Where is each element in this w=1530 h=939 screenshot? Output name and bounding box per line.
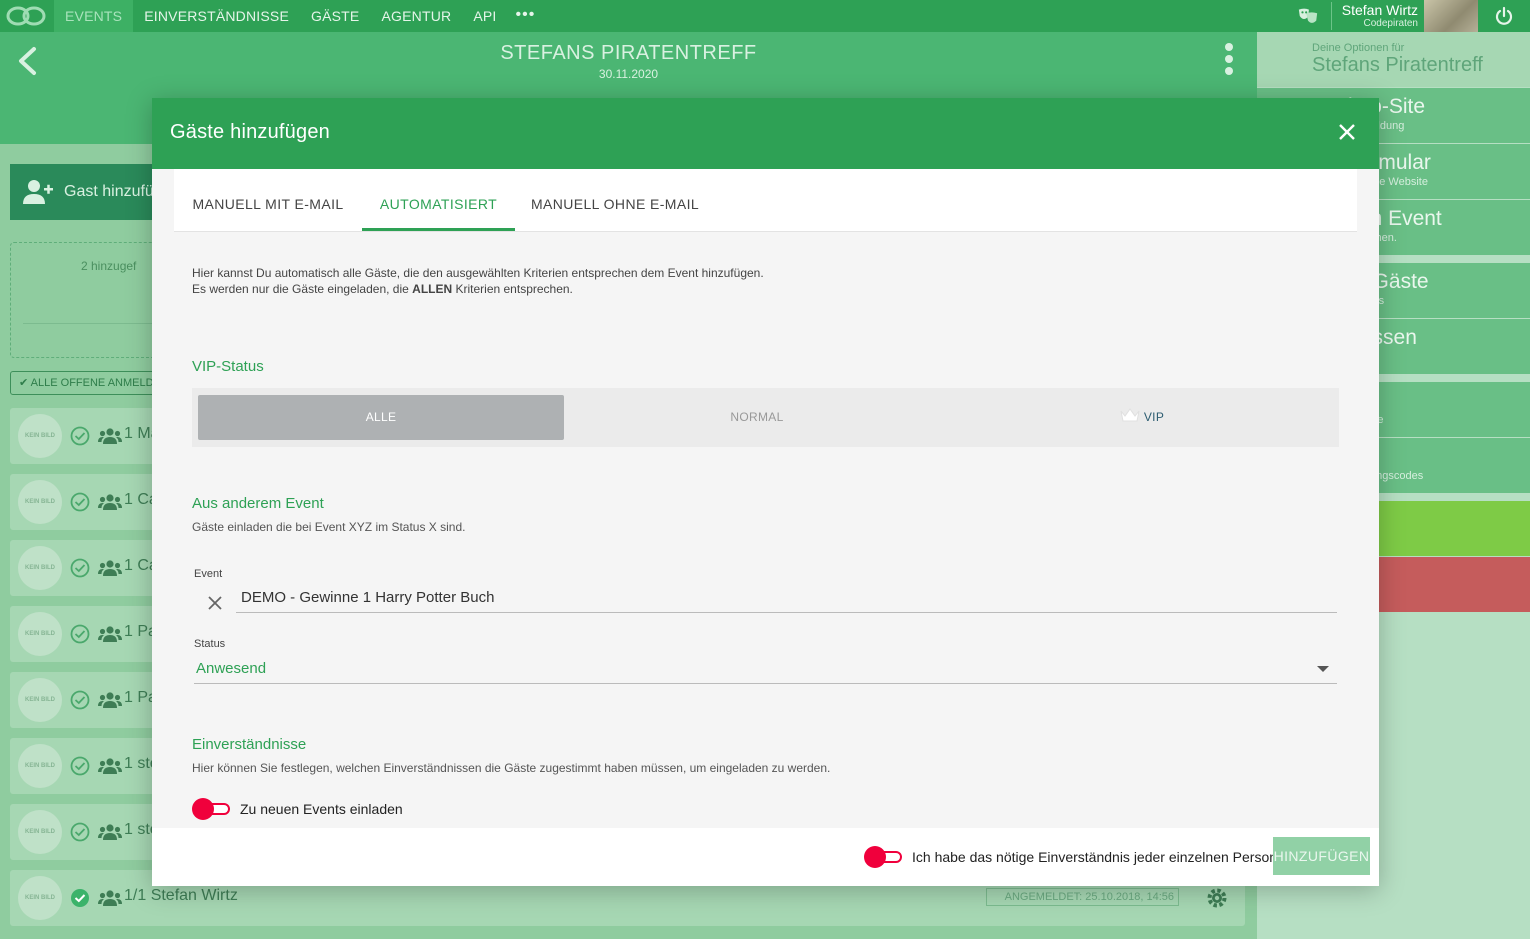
check-circle-icon <box>70 426 90 446</box>
guest-picture: KEIN BILD <box>18 810 62 854</box>
clear-icon[interactable] <box>208 596 222 610</box>
vip-status-selector: ALLE NORMAL VIP <box>192 388 1339 447</box>
theater-mask-icon[interactable] <box>1297 5 1319 27</box>
status-select[interactable]: Anwesend <box>196 660 266 677</box>
event-field-label: Event <box>194 568 223 580</box>
other-event-title: Aus anderem Event <box>192 495 324 512</box>
check-circle-icon <box>70 756 90 776</box>
user-name: Stefan Wirtz <box>1341 2 1418 18</box>
power-icon <box>1495 6 1513 25</box>
guest-picture: KEIN BILD <box>18 678 62 722</box>
add-guests-dialog: Gäste hinzufügen MANUELL MIT E-MAIL AUTO… <box>152 98 1379 886</box>
vip-status-title: VIP-Status <box>192 358 264 375</box>
user-company: Codepiraten <box>1363 18 1418 29</box>
consents-title: Einverständnisse <box>192 736 307 753</box>
intro-line-1: Hier kannst Du automatisch alle Gäste, d… <box>192 266 764 280</box>
accept-all-label: ALLE OFFENE ANMELDU <box>30 377 160 389</box>
check-circle-icon <box>70 690 90 710</box>
pending-count: 2 hinzugef <box>81 259 137 273</box>
invite-new-events-toggle[interactable] <box>192 798 230 820</box>
automated-form: Hier kannst Du automatisch alle Gäste, d… <box>174 232 1357 828</box>
group-icon <box>98 560 122 576</box>
group-icon <box>98 824 122 840</box>
status-underline <box>194 683 1337 684</box>
app-logo[interactable] <box>4 4 48 28</box>
event-input[interactable]: DEMO - Gewinne 1 Harry Potter Buch <box>241 589 494 606</box>
accept-all-button[interactable]: ✔ ALLE OFFENE ANMELDU <box>10 371 160 395</box>
event-date: 30.11.2020 <box>598 67 659 81</box>
user-info[interactable]: Stefan Wirtz Codepiraten <box>1342 3 1418 29</box>
crown-icon <box>1120 408 1140 422</box>
chevron-down-icon[interactable] <box>1317 666 1329 672</box>
gear-icon[interactable] <box>1205 886 1229 910</box>
group-icon <box>98 626 122 642</box>
vip-option-label: VIP <box>1143 410 1165 424</box>
registered-badge: ANGEMELDET: 25.10.2018, 14:56 <box>985 888 1179 906</box>
add-user-icon <box>23 180 53 204</box>
nav-more-icon[interactable]: ••• <box>508 0 544 32</box>
tab-manual-with-email[interactable]: MANUELL MIT E-MAIL <box>174 169 362 231</box>
user-area: Stefan Wirtz Codepiraten <box>1297 0 1530 32</box>
invite-new-events-label: Zu neuen Events einladen <box>240 801 403 817</box>
dialog-footer: Ich habe das nötige Einverständnis jeder… <box>152 828 1379 886</box>
nav-consents[interactable]: EINVERSTÄNDNISSE <box>133 0 300 32</box>
dialog-tabs: MANUELL MIT E-MAIL AUTOMATISIERT MANUELL… <box>174 169 1357 232</box>
close-icon[interactable] <box>1338 123 1356 141</box>
group-icon <box>98 890 122 906</box>
check-circle-icon <box>71 889 89 907</box>
nav-api[interactable]: API <box>462 0 507 32</box>
guest-picture: KEIN BILD <box>18 876 62 920</box>
group-icon <box>98 428 122 444</box>
toggle-knob <box>192 798 214 820</box>
tab-manual-without-email[interactable]: MANUELL OHNE E-MAIL <box>515 169 715 231</box>
vip-option-all[interactable]: ALLE <box>198 395 564 440</box>
consents-desc: Hier können Sie festlegen, welchen Einve… <box>192 761 831 775</box>
guest-picture: KEIN BILD <box>18 546 62 590</box>
group-icon <box>98 494 122 510</box>
check-circle-icon <box>70 558 90 578</box>
check-circle-icon <box>70 624 90 644</box>
user-divider <box>1330 2 1332 30</box>
status-field-label: Status <box>194 638 226 650</box>
more-vertical-icon[interactable] <box>1222 42 1236 76</box>
avatar[interactable] <box>1424 0 1478 32</box>
event-title: STEFANS PIRATENTREFF <box>500 42 757 64</box>
consent-confirm-toggle[interactable] <box>864 846 902 868</box>
guest-picture: KEIN BILD <box>18 414 62 458</box>
nav-guests[interactable]: GÄSTE <box>300 0 370 32</box>
options-title: Stefans Piratentreff <box>1312 54 1483 76</box>
group-icon <box>98 758 122 774</box>
intro-line-2: Es werden nur die Gäste eingeladen, die … <box>192 282 573 296</box>
vip-option-normal[interactable]: NORMAL <box>574 395 940 440</box>
guest-picture: KEIN BILD <box>18 744 62 788</box>
options-subtitle: Deine Optionen für <box>1312 42 1405 54</box>
group-icon <box>98 692 122 708</box>
add-guest-label: Gast hinzufü <box>64 183 154 200</box>
check-circle-icon <box>70 822 90 842</box>
guest-name: 1/1 Stefan Wirtz <box>124 887 238 904</box>
guest-picture: KEIN BILD <box>18 480 62 524</box>
options-header: Deine Optionen für Stefans Piratentreff <box>1257 32 1530 87</box>
pending-registrations: 2 hinzugef <box>10 242 160 358</box>
dialog-header: Gäste hinzufügen <box>152 98 1379 169</box>
consent-confirm-label: Ich habe das nötige Einverständnis jeder… <box>912 849 1278 865</box>
add-button[interactable]: HINZUFÜGEN <box>1273 837 1370 875</box>
top-bar: EVENTS EINVERSTÄNDNISSE GÄSTE AGENTUR AP… <box>0 0 1530 32</box>
dialog-title: Gäste hinzufügen <box>170 121 330 143</box>
vip-option-vip[interactable]: VIP <box>952 395 1332 440</box>
divider <box>23 323 159 324</box>
tab-automated[interactable]: AUTOMATISIERT <box>362 169 515 231</box>
guest-picture: KEIN BILD <box>18 612 62 656</box>
main-nav: EVENTS EINVERSTÄNDNISSE GÄSTE AGENTUR AP… <box>54 0 543 32</box>
other-event-desc: Gäste einladen die bei Event XYZ im Stat… <box>192 520 466 534</box>
logout-button[interactable] <box>1478 0 1530 32</box>
event-underline <box>236 612 1337 613</box>
toggle-knob <box>864 846 886 868</box>
nav-agency[interactable]: AGENTUR <box>370 0 462 32</box>
intro-text: Hier kannst Du automatisch alle Gäste, d… <box>192 265 764 297</box>
nav-events[interactable]: EVENTS <box>54 0 134 32</box>
check-circle-icon <box>70 492 90 512</box>
add-guest-button[interactable]: Gast hinzufü <box>10 164 170 220</box>
